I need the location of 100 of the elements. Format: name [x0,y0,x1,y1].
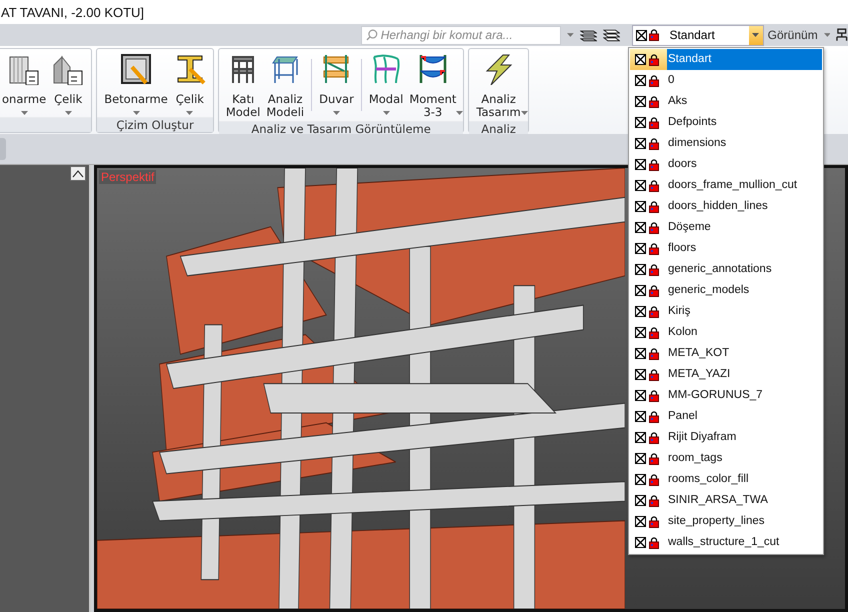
layer-item[interactable]: doors_hidden_lines [630,196,822,217]
lock-icon[interactable] [649,368,659,380]
ribbon-button[interactable]: Analiz Tasarım [473,51,524,121]
layer-item[interactable]: MM-GORUNUS_7 [630,385,822,406]
checkbox-icon[interactable] [635,117,646,128]
checkbox-icon[interactable] [635,432,646,443]
group-label: Analiz ve Tasarım Görüntüleme [251,122,431,136]
network-icon[interactable] [836,28,848,42]
steel-wall-icon [52,53,84,85]
checkbox-icon[interactable] [635,390,646,401]
ribbon-button[interactable]: Katı Model [222,51,264,121]
layer-item[interactable]: Panel [630,406,822,427]
ribbon-button[interactable]: Duvar [316,51,357,117]
lock-icon[interactable] [649,242,659,254]
lock-icon[interactable] [649,74,659,86]
layer-item[interactable]: Kolon [630,322,822,343]
lock-icon[interactable] [649,494,659,506]
caret-icon[interactable] [752,33,760,37]
checkbox-icon[interactable] [635,411,646,422]
layer-item[interactable]: Defpoints [630,112,822,133]
checkbox-icon[interactable] [635,327,646,338]
view-label: Perspektif [99,170,156,184]
layer-item[interactable]: Rijit Diyafram [630,427,822,448]
layer-item[interactable]: walls_structure_1_cut [630,532,822,553]
layer-dropdown[interactable]: Standart [632,24,764,46]
checkbox-icon[interactable] [635,138,646,149]
lock-icon[interactable] [649,348,659,360]
ribbon-button[interactable]: Analiz Modeli [263,51,308,121]
layer-item[interactable]: Kiriş [630,301,822,322]
layer-item[interactable]: Aks [630,91,822,112]
lock-icon[interactable] [649,284,659,296]
lock-icon[interactable] [649,96,659,108]
checkbox-icon[interactable] [635,285,646,296]
ribbon-button[interactable]: Çelik [170,51,209,117]
ribbon-button[interactable]: Betonarme [101,51,171,117]
checkbox-icon[interactable] [635,516,646,527]
lock-icon[interactable] [649,536,659,548]
lock-icon[interactable] [649,116,659,128]
lock-icon[interactable] [649,138,659,150]
lock-icon[interactable] [649,29,660,41]
search-icon [366,29,378,41]
lock-icon[interactable] [649,222,659,234]
checkbox-icon[interactable] [635,474,646,485]
search-field[interactable]: Herhangi bir komut ara... [361,26,561,44]
lock-icon[interactable] [649,390,659,402]
layer-item[interactable]: META_YAZI [630,364,822,385]
checkbox-icon[interactable] [635,306,646,317]
ribbon-button[interactable]: Moment 3-3 [406,51,460,121]
checkbox-icon[interactable] [635,201,646,212]
collapse-button[interactable] [70,166,86,181]
caret-icon[interactable] [824,33,830,37]
lock-icon[interactable] [649,452,659,464]
checkbox-icon[interactable] [635,222,646,233]
checkbox-icon[interactable] [635,54,646,65]
checkbox-icon[interactable] [635,75,646,86]
layer-item[interactable]: dimensions [630,133,822,154]
checkbox-icon[interactable] [635,369,646,380]
lock-icon[interactable] [649,326,659,338]
layer-item[interactable]: floors [630,238,822,259]
layer-item[interactable]: 0 [630,70,822,91]
layer-item[interactable]: room_tags [630,448,822,469]
lock-icon[interactable] [649,516,659,528]
deformed-frame-icon [370,53,402,85]
view-menu-button[interactable]: Görünüm [768,28,818,42]
concrete-column-pencil-icon [120,53,152,85]
checkbox-icon[interactable] [635,495,646,506]
lock-icon[interactable] [649,200,659,212]
checkbox-icon[interactable] [635,243,646,254]
lock-icon[interactable] [649,158,659,170]
layer-item[interactable]: site_property_lines [630,511,822,532]
layer-item[interactable]: META_KOT [630,343,822,364]
ribbon-button[interactable]: Modal [366,51,406,117]
caret-icon[interactable] [567,33,574,37]
layer-item[interactable]: rooms_color_fill [630,469,822,490]
checkbox-icon[interactable] [635,159,646,170]
checkbox-icon[interactable] [635,96,646,107]
window-title: AT TAVANI, -2.00 KOTU] [1,4,144,20]
lock-icon[interactable] [649,432,659,444]
layer-item[interactable]: Döşeme [630,217,822,238]
ribbon-button[interactable]: onarme [0,51,50,117]
checkbox-icon[interactable] [635,453,646,464]
lock-icon[interactable] [649,54,659,66]
group-label: Analiz [481,122,516,136]
lock-icon[interactable] [649,306,659,318]
checkbox-icon[interactable] [636,30,648,40]
checkbox-icon[interactable] [635,180,646,191]
layer-item[interactable]: SINIR_ARSA_TWA [630,490,822,511]
ribbon-button[interactable]: Çelik [49,51,88,117]
checkbox-icon[interactable] [635,537,646,548]
layer-item[interactable]: generic_annotations [630,259,822,280]
checkbox-icon[interactable] [635,264,646,275]
lock-icon[interactable] [649,264,659,276]
lock-icon[interactable] [649,180,659,192]
layers-icon[interactable] [580,28,598,42]
layers-icon[interactable] [603,28,620,42]
layer-item[interactable]: generic_models [630,280,822,301]
lock-icon[interactable] [649,474,659,486]
layer-item[interactable]: doors_frame_mullion_cut [630,175,822,196]
checkbox-icon[interactable] [635,348,646,359]
lock-icon[interactable] [649,410,659,422]
